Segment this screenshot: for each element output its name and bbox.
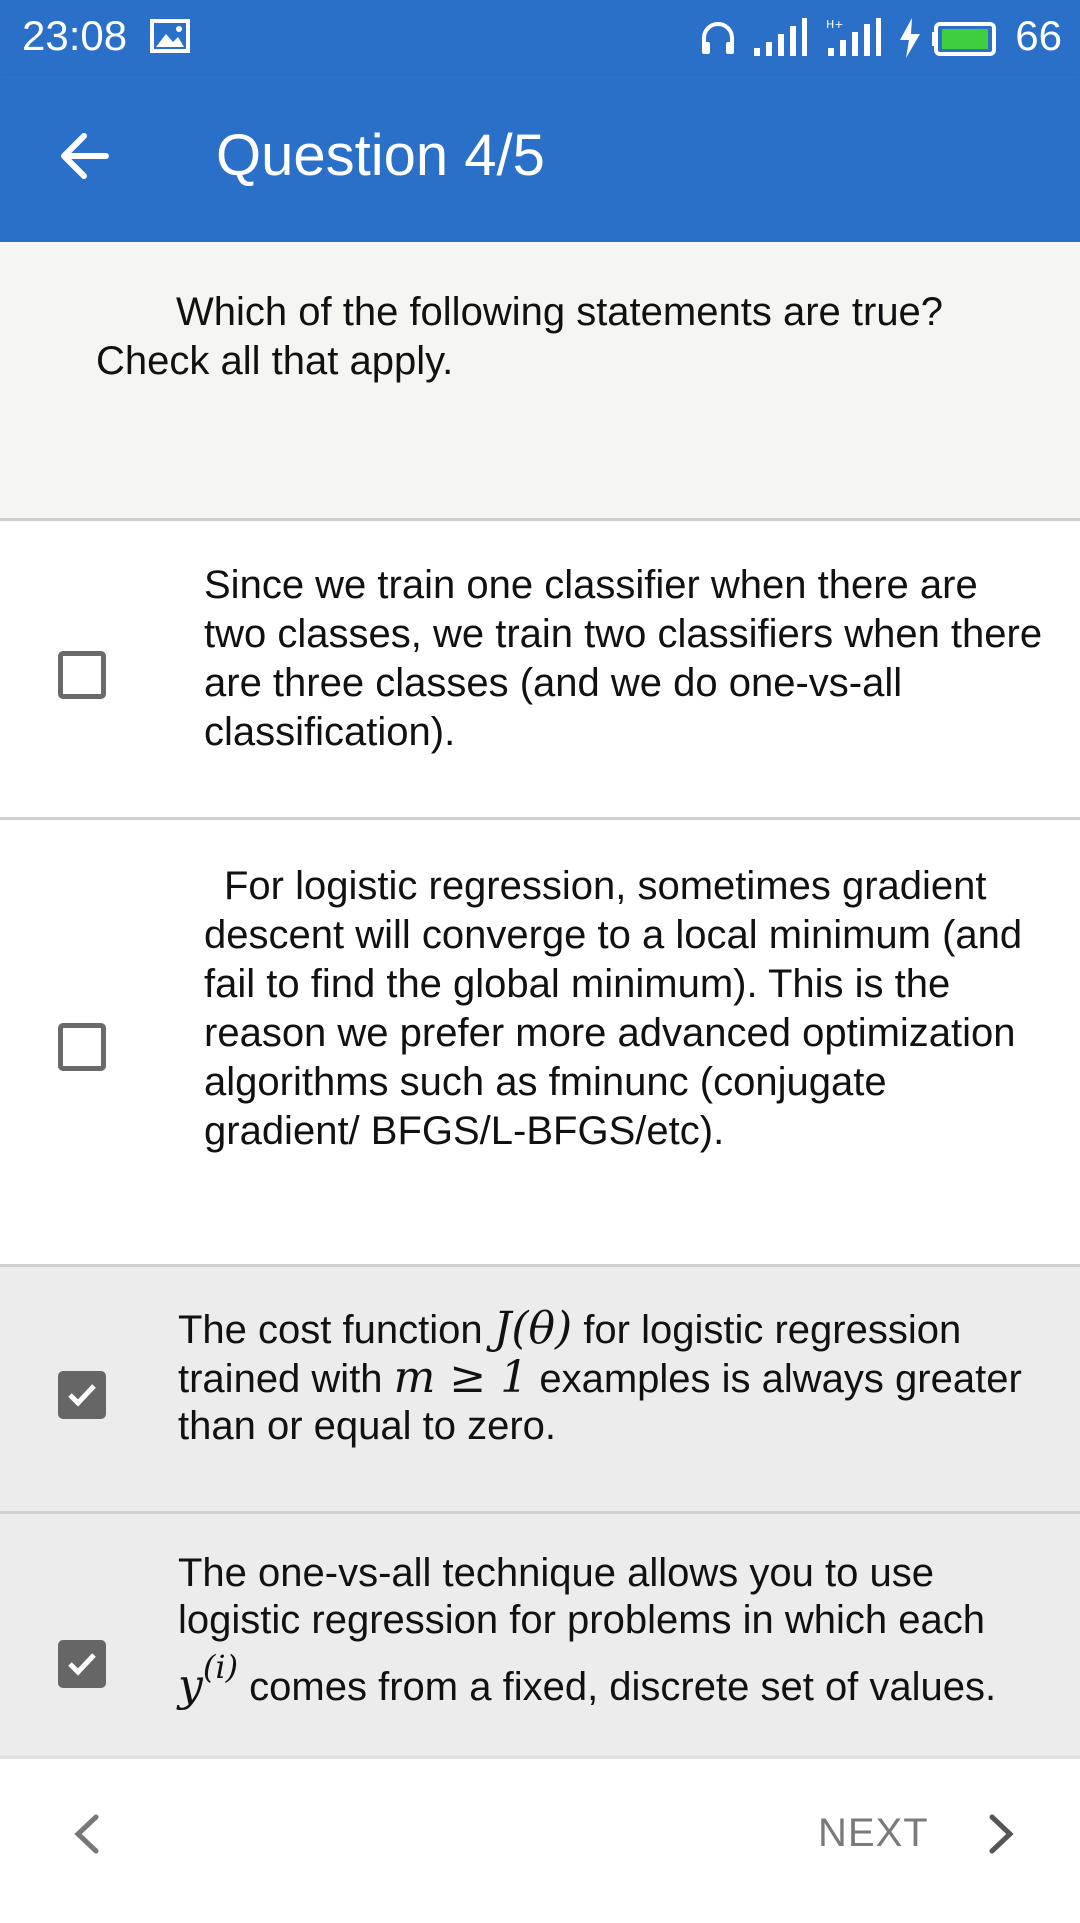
status-bar: 23:08 H+ 66 — [0, 0, 1080, 76]
checkbox-checked[interactable] — [58, 1640, 106, 1688]
checkmark-icon — [68, 1384, 96, 1407]
signal-icon — [752, 18, 808, 63]
battery-percentage: 66 — [1015, 12, 1062, 59]
chevron-right-icon — [989, 1814, 1014, 1854]
back-button[interactable] — [56, 128, 112, 184]
checkbox-unchecked[interactable] — [58, 651, 106, 699]
checkbox-checked[interactable] — [58, 1371, 106, 1419]
answer-option-1[interactable]: Since we train one classifier when there… — [0, 521, 1080, 820]
hplus-signal-icon: H+ — [826, 18, 882, 63]
question-text: Which of the following statements are tr… — [96, 290, 944, 383]
image-icon — [150, 18, 190, 59]
next-chevron-button[interactable] — [982, 1809, 1022, 1859]
option-text: The one-vs-all technique allows you to u… — [178, 1551, 997, 1711]
math-expression: y(i) — [178, 1648, 239, 1711]
battery-icon — [932, 18, 1002, 63]
answer-option-4[interactable]: The one-vs-all technique allows you to u… — [0, 1514, 1080, 1756]
status-time: 23:08 — [22, 12, 128, 59]
svg-text:H+: H+ — [826, 18, 844, 31]
math-expression: J(θ) — [493, 1303, 573, 1354]
option-text: The cost function J(θ) for logistic regr… — [178, 1303, 1022, 1448]
previous-button[interactable] — [66, 1809, 106, 1859]
option-text: Since we train one classifier when there… — [204, 563, 1043, 754]
checkmark-icon — [68, 1653, 96, 1676]
option-text: For logistic regression, sometimes gradi… — [204, 864, 1023, 1153]
checkbox-unchecked[interactable] — [58, 1023, 106, 1071]
page-title: Question 4/5 — [216, 123, 545, 188]
next-button[interactable]: NEXT — [818, 1811, 929, 1856]
headset-icon — [698, 18, 738, 63]
app-bar: Question 4/5 — [0, 76, 1080, 242]
charging-icon — [898, 18, 922, 63]
question-panel: Which of the following statements are tr… — [0, 242, 1080, 521]
answer-option-3[interactable]: The cost function J(θ) for logistic regr… — [0, 1267, 1080, 1514]
arrow-left-icon — [61, 133, 109, 179]
answer-option-2[interactable]: For logistic regression, sometimes gradi… — [0, 820, 1080, 1267]
bottom-navigation: NEXT — [0, 1756, 1080, 1923]
math-expression: m ≥ 1 — [393, 1352, 529, 1403]
chevron-left-icon — [74, 1814, 99, 1854]
